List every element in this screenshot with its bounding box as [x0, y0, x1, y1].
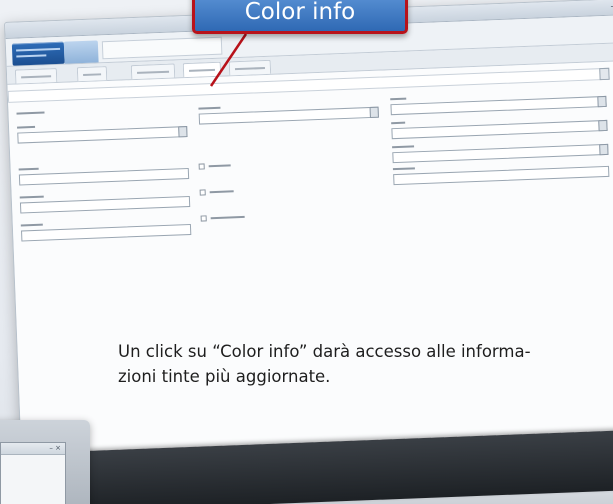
field-input[interactable]	[393, 165, 610, 186]
field-input[interactable]	[392, 143, 609, 164]
app-window: – ×	[4, 0, 613, 474]
secondary-window-controls[interactable]: – ×	[49, 444, 61, 452]
secondary-title-bar: – ×	[1, 443, 65, 455]
field-input[interactable]	[18, 168, 190, 186]
tab-color-info[interactable]	[182, 61, 222, 78]
brand-stripe	[16, 47, 61, 52]
dropdown-button[interactable]	[178, 126, 188, 138]
field-label	[392, 167, 415, 171]
dropdown-button[interactable]	[597, 95, 607, 108]
tab-label-line	[83, 73, 102, 77]
color-info-callout[interactable]: Color info	[192, 0, 408, 34]
tab-label-line	[137, 70, 170, 74]
checkbox-label	[209, 190, 234, 194]
brand-logo[interactable]	[11, 41, 65, 66]
tab-2[interactable]	[76, 66, 108, 82]
field-input[interactable]	[390, 95, 607, 116]
secondary-screen: – ×	[0, 442, 66, 504]
tab-label-line	[188, 68, 216, 72]
field-label	[18, 167, 39, 171]
field-input[interactable]	[198, 106, 379, 125]
checkbox-label	[208, 164, 231, 168]
checkbox[interactable]	[198, 163, 205, 170]
checkbox[interactable]	[199, 189, 206, 196]
field-label	[392, 145, 415, 149]
dropdown-button[interactable]	[369, 106, 379, 119]
field-label	[391, 121, 406, 125]
brand-stripe	[16, 54, 47, 58]
dropdown-button[interactable]	[599, 143, 609, 156]
field-input[interactable]	[17, 126, 188, 144]
caption-text: Un click su “Color info” darà accesso al…	[118, 342, 531, 386]
checkbox[interactable]	[200, 215, 207, 222]
field-label	[16, 111, 45, 115]
field-input[interactable]	[391, 119, 608, 140]
form-area	[7, 60, 613, 474]
field-label	[198, 106, 221, 110]
tab-5[interactable]	[228, 59, 272, 76]
nav-tabs[interactable]	[101, 36, 223, 60]
search-button[interactable]	[599, 67, 610, 81]
checkbox-label	[210, 215, 245, 220]
field-label	[20, 223, 43, 227]
field-input[interactable]	[21, 223, 192, 242]
tab-1[interactable]	[14, 68, 58, 84]
brand-tab[interactable]	[63, 40, 99, 64]
field-label	[19, 195, 44, 199]
field-label	[390, 97, 407, 101]
tab-3[interactable]	[130, 63, 176, 80]
tab-label-line	[21, 75, 52, 79]
dropdown-button[interactable]	[598, 119, 608, 132]
tab-label-line	[234, 67, 265, 71]
field-label	[17, 125, 36, 129]
secondary-device: – ×	[0, 420, 90, 504]
field-input[interactable]	[19, 195, 191, 214]
callout-label: Color info	[244, 0, 356, 25]
